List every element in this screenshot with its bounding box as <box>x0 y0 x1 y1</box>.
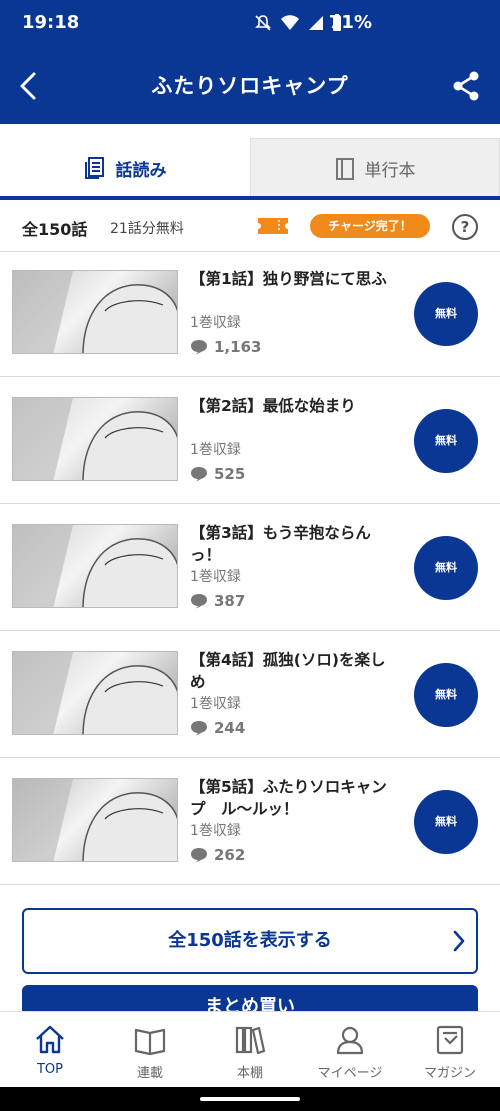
episode-title: 【第5話】ふたりソロキャンプ ル〜ルッ！ <box>190 778 387 818</box>
app-header: ふたりソロキャンプ <box>0 48 500 124</box>
episode-volume: 1巻収録 <box>190 442 241 458</box>
manga-panel-image <box>13 271 177 353</box>
free-read-button[interactable]: 無料 <box>414 282 478 346</box>
home-gesture-pill[interactable] <box>200 1097 300 1101</box>
show-all-label: 全150話を表示する <box>168 930 332 951</box>
comment-count: 525 <box>214 465 246 483</box>
total-episodes: 全150話 <box>22 220 88 239</box>
share-button[interactable] <box>450 70 482 102</box>
episode-title: 【第2話】最低な始まり <box>190 397 356 415</box>
free-read-button[interactable]: 無料 <box>414 663 478 727</box>
comment-count: 1,163 <box>214 338 262 356</box>
free-episodes: 21話分無料 <box>110 221 184 237</box>
tab-volumes[interactable]: 単行本 <box>250 138 500 198</box>
document-icon <box>84 157 104 179</box>
comment-icon <box>191 467 207 482</box>
episode-volume: 1巻収録 <box>190 696 241 712</box>
episode-volume: 1巻収録 <box>190 315 241 331</box>
nav-serial-label: 連載 <box>136 1066 163 1081</box>
nav-top-label: TOP <box>36 1062 63 1077</box>
episode-thumbnail <box>12 270 178 354</box>
nav-top[interactable]: TOP <box>0 1012 100 1088</box>
chevron-right-icon <box>453 930 465 952</box>
nav-mypage-label: マイページ <box>317 1066 383 1081</box>
status-time: 19:18 <box>22 12 80 33</box>
episode-comments: 262 <box>190 846 245 864</box>
episode-thumbnail <box>12 524 178 608</box>
episode-row[interactable]: 【第5話】ふたりソロキャンプ ル〜ルッ！ 1巻収録 262 無料 <box>0 758 500 885</box>
show-all-episodes-button[interactable]: 全150話を表示する <box>22 908 478 974</box>
free-read-button[interactable]: 無料 <box>414 409 478 473</box>
nav-magazine[interactable]: マガジン <box>400 1012 500 1088</box>
book-icon <box>335 157 354 180</box>
person-icon <box>336 1026 364 1055</box>
episode-title: 【第4話】孤独(ソロ)を楽しめ <box>190 651 386 691</box>
ticket-icon <box>258 218 288 234</box>
episode-row[interactable]: 【第1話】独り野営にて思ふ 1巻収録 1,163 無料 <box>0 250 500 377</box>
nav-bookshelf[interactable]: 本棚 <box>200 1012 300 1088</box>
episode-title: 【第1話】独り野営にて思ふ <box>190 270 387 288</box>
free-read-button[interactable]: 無料 <box>414 790 478 854</box>
episode-comments: 1,163 <box>190 338 261 356</box>
tab-episodes[interactable]: 話読み <box>0 138 250 198</box>
comment-count: 262 <box>214 846 246 864</box>
nav-bookshelf-label: 本棚 <box>236 1066 263 1081</box>
episode-volume: 1巻収録 <box>190 823 241 839</box>
episode-thumbnail <box>12 397 178 481</box>
manga-panel-image <box>13 779 177 861</box>
magazine-icon <box>436 1025 464 1055</box>
page-title: ふたりソロキャンプ <box>151 74 349 98</box>
comment-icon <box>191 340 207 355</box>
signal-icon <box>309 16 323 30</box>
nav-serial[interactable]: 連載 <box>100 1012 200 1088</box>
manga-panel-image <box>13 652 177 734</box>
home-icon <box>36 1025 64 1054</box>
comment-icon <box>191 594 207 609</box>
bottom-nav: TOP 連載 本棚 マイページ マガジン <box>0 1011 500 1087</box>
comment-icon <box>191 848 207 863</box>
episode-comments: 387 <box>190 592 245 610</box>
episode-volume: 1巻収録 <box>190 569 241 585</box>
bookshelf-icon <box>235 1026 266 1055</box>
book-open-icon <box>134 1028 166 1056</box>
episode-row[interactable]: 【第2話】最低な始まり 1巻収録 525 無料 <box>0 377 500 504</box>
episode-title: 【第3話】もう辛抱ならんっ！ <box>190 524 371 564</box>
help-icon[interactable]: ? <box>452 214 478 240</box>
episode-info-row: 全150話 21話分無料 チャージ完了！ ? <box>0 200 500 252</box>
episode-thumbnail <box>12 651 178 735</box>
tab-bar: 話読み 単行本 <box>0 124 500 200</box>
charge-complete-badge[interactable]: チャージ完了！ <box>310 214 430 238</box>
episode-row[interactable]: 【第4話】孤独(ソロ)を楽しめ 1巻収録 244 無料 <box>0 631 500 758</box>
free-read-button[interactable]: 無料 <box>414 536 478 600</box>
mute-icon <box>255 15 271 31</box>
episode-comments: 525 <box>190 465 245 483</box>
comment-count: 244 <box>214 719 246 737</box>
comment-icon <box>191 721 207 736</box>
nav-mypage[interactable]: マイページ <box>300 1012 400 1088</box>
nav-magazine-label: マガジン <box>423 1066 476 1081</box>
comment-count: 387 <box>214 592 246 610</box>
episode-row[interactable]: 【第3話】もう辛抱ならんっ！ 1巻収録 387 無料 <box>0 504 500 631</box>
battery-percent: 71% <box>328 12 372 33</box>
share-icon <box>453 71 479 101</box>
tab-episodes-label: 話読み <box>115 160 167 181</box>
episode-thumbnail <box>12 778 178 862</box>
tab-volumes-label: 単行本 <box>364 161 416 181</box>
wifi-icon <box>281 15 299 30</box>
status-bar: 19:18 71% <box>0 0 500 48</box>
manga-panel-image <box>13 525 177 607</box>
system-nav-bar <box>0 1087 500 1111</box>
episode-comments: 244 <box>190 719 245 737</box>
manga-panel-image <box>13 398 177 480</box>
